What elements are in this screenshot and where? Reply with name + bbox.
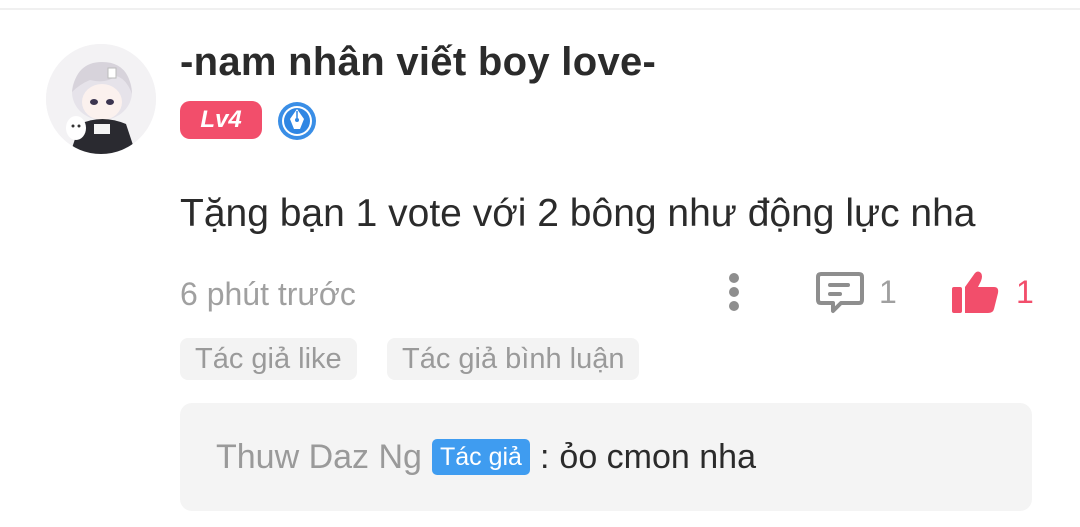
- thumbs-up-icon: [952, 271, 999, 313]
- author-liked-tag: Tác giả like: [180, 338, 357, 380]
- comment-text: Tặng bạn 1 vote với 2 bông như động lực …: [180, 192, 976, 235]
- author-replied-tag: Tác giả bình luận: [387, 338, 640, 380]
- level-badge: Lv4: [180, 101, 262, 139]
- like-button[interactable]: 1: [950, 268, 1034, 316]
- reply-separator: :: [539, 437, 550, 476]
- reply-preview[interactable]: Thuw Daz Ng Tác giả : ỏo cmon nha: [180, 403, 1032, 511]
- reply-line: Thuw Daz Ng Tác giả : ỏo cmon nha: [216, 403, 756, 511]
- reply-author[interactable]: Thuw Daz Ng: [216, 438, 422, 477]
- pen-nib-icon: [277, 101, 317, 141]
- more-options-button[interactable]: [720, 268, 748, 316]
- reply-text: ỏo cmon nha: [559, 437, 756, 476]
- reply-button[interactable]: 1: [815, 268, 897, 316]
- top-divider: [0, 8, 1080, 10]
- username[interactable]: -nam nhân viết boy love-: [180, 40, 656, 85]
- like-count: 1: [1016, 273, 1034, 310]
- comment-timestamp: 6 phút trước: [180, 276, 356, 312]
- author-badge: Tác giả: [431, 439, 530, 475]
- more-vertical-icon: [729, 273, 739, 311]
- reply-count: 1: [879, 273, 897, 310]
- avatar-image: [46, 44, 156, 154]
- comment-icon: [816, 272, 864, 313]
- user-avatar[interactable]: [46, 44, 156, 154]
